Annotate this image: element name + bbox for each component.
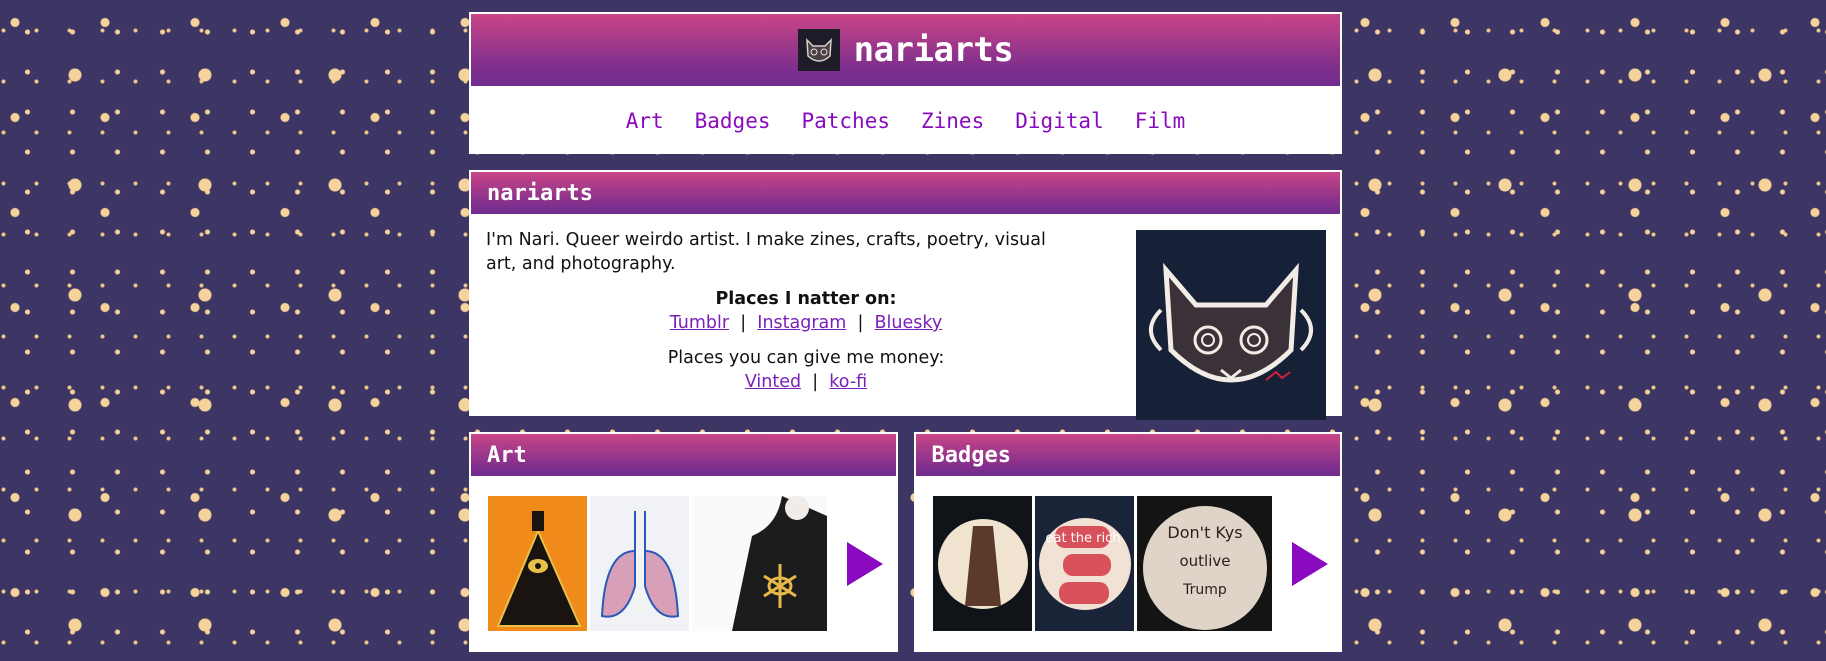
badge-text-line3: Trump — [1182, 582, 1227, 598]
vinted-link[interactable]: Vinted — [745, 372, 801, 392]
cat-face-icon[interactable] — [797, 29, 840, 71]
nav-badges[interactable]: Badges — [695, 109, 771, 133]
badges-card: Badges eat the rich Don't Kys outlive Trum… — [913, 432, 1342, 652]
bluesky-link[interactable]: Bluesky — [875, 313, 943, 333]
instagram-link[interactable]: Instagram — [757, 313, 846, 333]
badge-text: eat the rich — [1045, 531, 1120, 546]
kofi-link[interactable]: ko-fi — [829, 372, 867, 392]
badges-next-arrow[interactable] — [1291, 541, 1328, 586]
about-intro: I'm Nari. Queer weirdo artist. I make zi… — [486, 230, 1046, 274]
main-nav: Art Badges Patches Zines Digital Film — [469, 88, 1342, 154]
nav-art[interactable]: Art — [626, 109, 664, 133]
about-panel: nariarts I'm Nari. Queer weirdo artist. … — [469, 170, 1342, 420]
art-thumb[interactable] — [692, 496, 827, 631]
nav-patches[interactable]: Patches — [801, 109, 890, 133]
separator: | — [806, 372, 824, 392]
badge-thumb[interactable] — [932, 496, 1032, 631]
art-heading: Art — [469, 432, 898, 478]
badge-thumb[interactable]: Don't Kys outlive Trump — [1136, 496, 1272, 631]
separator: | — [734, 313, 752, 333]
nav-zines[interactable]: Zines — [921, 109, 984, 133]
nav-digital[interactable]: Digital — [1015, 109, 1104, 133]
page-wrapper: nariarts Art Badges Patches Zines Digita… — [469, 12, 1342, 652]
art-thumb[interactable] — [590, 496, 689, 631]
avatar — [1136, 230, 1326, 420]
badges-heading: Badges — [913, 432, 1342, 478]
tumblr-link[interactable]: Tumblr — [670, 313, 729, 333]
nav-film[interactable]: Film — [1135, 109, 1186, 133]
art-card: Art — [469, 432, 898, 652]
money-heading: Places you can give me money: — [667, 348, 945, 368]
badge-text-line1: Don't Kys — [1167, 523, 1242, 542]
separator: | — [851, 313, 869, 333]
social-heading: Places I natter on: — [715, 289, 897, 309]
site-header: nariarts — [469, 12, 1342, 88]
gallery-row: Art Badges eat the rich Don't Kys outliv… — [469, 432, 1342, 652]
about-heading: nariarts — [469, 170, 1342, 216]
art-thumb[interactable] — [488, 496, 587, 631]
badge-text-line2: outlive — [1179, 552, 1230, 570]
site-title[interactable]: nariarts — [854, 30, 1014, 70]
about-text: I'm Nari. Queer weirdo artist. I make zi… — [486, 228, 1061, 394]
art-next-arrow[interactable] — [847, 541, 883, 586]
badge-thumb[interactable]: eat the rich — [1034, 496, 1134, 631]
